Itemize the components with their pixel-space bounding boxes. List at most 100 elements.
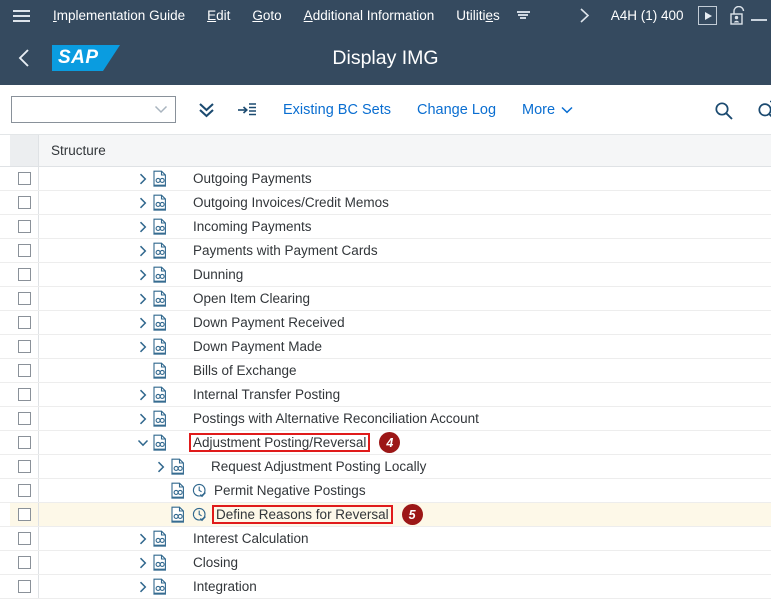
tree-node-label[interactable]: Bills of Exchange [191,362,299,379]
table-row[interactable]: Incoming Payments [0,215,771,239]
row-checkbox-cell[interactable] [10,239,38,262]
tree-twisty-collapsed[interactable] [135,389,151,401]
table-row[interactable]: Down Payment Made [0,335,771,359]
row-checkbox-cell[interactable] [10,575,38,598]
img-activity-icon[interactable] [169,458,187,475]
menu-item-edit[interactable]: Edit [196,0,241,31]
tree-node-label[interactable]: Postings with Alternative Reconciliation… [191,410,481,427]
table-row[interactable]: Adjustment Posting/Reversal 4 [0,431,771,455]
menu-item-utilities[interactable]: Utilities [445,0,511,31]
row-checkbox-cell[interactable] [10,503,38,526]
menu-item-additional-information[interactable]: Additional Information [293,0,446,31]
row-checkbox-cell[interactable] [10,551,38,574]
row-checkbox-cell[interactable] [10,215,38,238]
table-row[interactable]: Permit Negative Postings [0,479,771,503]
tree-node-label[interactable]: Interest Calculation [191,530,311,547]
img-activity-icon[interactable] [151,386,169,403]
img-activity-icon[interactable] [151,530,169,547]
row-checkbox[interactable] [17,268,31,281]
row-checkbox-cell[interactable] [10,311,38,334]
tree-node-label[interactable]: Internal Transfer Posting [191,386,342,403]
tree-node-label[interactable]: Down Payment Made [191,338,324,355]
table-row[interactable]: Request Adjustment Posting Locally [0,455,771,479]
tree-twisty-collapsed[interactable] [135,533,151,545]
tree-twisty-collapsed[interactable] [153,461,169,473]
row-checkbox[interactable] [17,508,31,521]
tree-node-label[interactable]: Dunning [191,266,245,283]
row-checkbox-cell[interactable] [10,455,38,478]
table-row[interactable]: Postings with Alternative Reconciliation… [0,407,771,431]
row-checkbox[interactable] [17,460,31,473]
row-checkbox[interactable] [17,196,31,209]
img-activity-icon[interactable] [151,338,169,355]
search-icon[interactable] [713,100,734,121]
row-checkbox-cell[interactable] [10,527,38,550]
row-checkbox-cell[interactable] [10,287,38,310]
tree-twisty-collapsed[interactable] [135,245,151,257]
img-activity-icon[interactable] [151,578,169,595]
row-checkbox-cell[interactable] [10,359,38,382]
toolbar-link-existing-bc-sets[interactable]: Existing BC Sets [283,102,391,118]
tree-node-label[interactable]: Down Payment Received [191,314,347,331]
tree-twisty-collapsed[interactable] [135,221,151,233]
row-checkbox[interactable] [17,436,31,449]
tree-node-label[interactable]: Outgoing Payments [191,170,314,187]
tree-twisty-collapsed[interactable] [135,173,151,185]
table-row[interactable]: Payments with Payment Cards [0,239,771,263]
toolbar-link-more[interactable]: More [522,102,573,118]
tree-twisty-collapsed[interactable] [135,269,151,281]
row-checkbox[interactable] [17,364,31,377]
tree-twisty-collapsed[interactable] [135,293,151,305]
img-activity-icon[interactable] [151,290,169,307]
row-checkbox[interactable] [17,412,31,425]
row-checkbox[interactable] [17,388,31,401]
sap-logo[interactable]: SAP [52,45,120,71]
img-activity-icon[interactable] [151,194,169,211]
table-row[interactable]: Open Item Clearing [0,287,771,311]
table-row[interactable]: Bills of Exchange [0,359,771,383]
tree-twisty-collapsed[interactable] [135,557,151,569]
img-activity-icon[interactable] [151,242,169,259]
tree-node-label[interactable]: Permit Negative Postings [212,482,368,499]
tree-node-label[interactable]: Adjustment Posting/Reversal [189,433,371,452]
row-checkbox[interactable] [17,532,31,545]
row-checkbox-cell[interactable] [10,431,38,454]
tree-twisty-collapsed[interactable] [135,197,151,209]
row-checkbox[interactable] [17,484,31,497]
row-checkbox[interactable] [17,244,31,257]
table-row[interactable]: Closing [0,551,771,575]
row-checkbox-cell[interactable] [10,407,38,430]
table-row[interactable]: Integration [0,575,771,599]
tree-node-label[interactable]: Closing [191,554,240,571]
tree-twisty-expanded[interactable] [135,437,151,449]
img-activity-icon[interactable] [169,506,187,523]
arrow-to-list-icon[interactable] [237,101,257,119]
tree-twisty-collapsed[interactable] [135,317,151,329]
tree-node-label[interactable]: Payments with Payment Cards [191,242,380,259]
row-checkbox-cell[interactable] [10,383,38,406]
row-checkbox[interactable] [17,220,31,233]
tree-node-label[interactable]: Integration [191,578,259,595]
img-activity-icon[interactable] [151,266,169,283]
row-checkbox[interactable] [17,172,31,185]
row-checkbox[interactable] [17,556,31,569]
table-row[interactable]: Outgoing Invoices/Credit Memos [0,191,771,215]
hamburger-icon[interactable] [0,0,42,31]
row-checkbox-cell[interactable] [10,263,38,286]
unlocked-user-icon[interactable] [729,5,747,26]
row-checkbox-cell[interactable] [10,335,38,358]
row-checkbox[interactable] [17,316,31,329]
img-activity-icon[interactable] [151,314,169,331]
table-row[interactable]: Internal Transfer Posting [0,383,771,407]
structure-search-input[interactable] [11,96,176,123]
table-row[interactable]: Outgoing Payments [0,167,771,191]
tree-node-label[interactable]: Request Adjustment Posting Locally [209,458,428,475]
chevron-right-icon[interactable] [578,7,591,24]
img-activity-icon[interactable] [151,218,169,235]
row-checkbox[interactable] [17,292,31,305]
table-row[interactable]: Interest Calculation [0,527,771,551]
search-next-icon[interactable] [756,100,771,121]
expand-all-double-chevron-icon[interactable] [196,99,217,120]
row-checkbox[interactable] [17,580,31,593]
tree-twisty-collapsed[interactable] [135,341,151,353]
